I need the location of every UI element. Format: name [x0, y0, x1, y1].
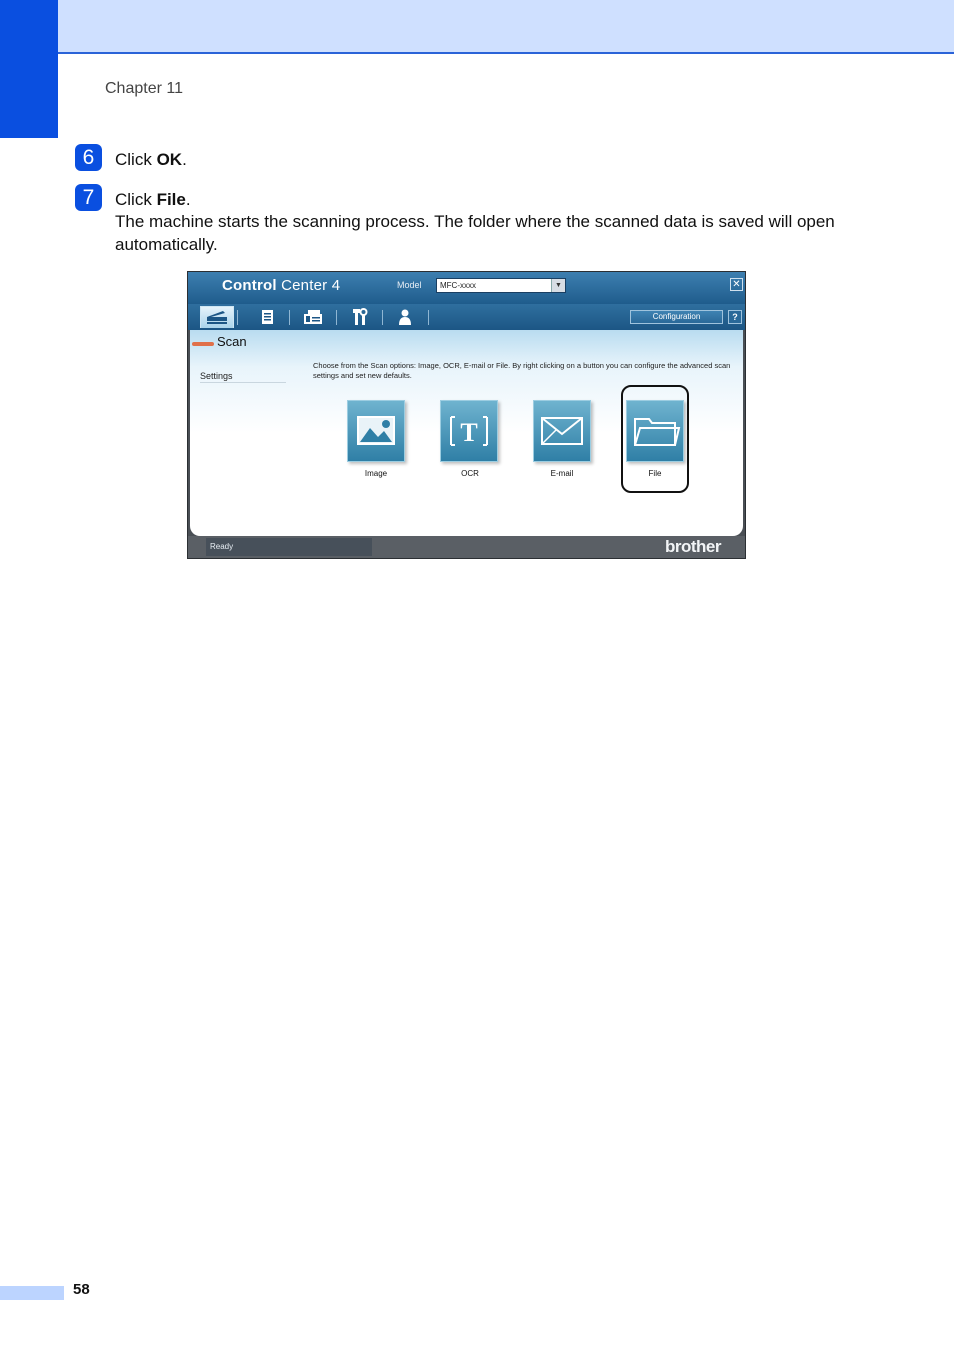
status-text: Ready — [206, 538, 372, 556]
step-7-text: Click File. — [115, 188, 191, 211]
step-bold-term: OK — [156, 150, 183, 169]
footer-band — [0, 1286, 64, 1300]
tab-photo[interactable] — [296, 306, 330, 328]
file-button-highlight — [621, 385, 689, 493]
ocr-button-label: OCR — [461, 469, 479, 478]
scan-description: Choose from the Scan options: Image, OCR… — [313, 361, 731, 380]
step-prefix: Click — [115, 150, 157, 169]
help-button[interactable]: ? — [728, 310, 742, 324]
tab-scan[interactable] — [200, 306, 234, 328]
toolbar: Configuration ? — [188, 304, 745, 330]
model-label: Model — [397, 280, 422, 290]
scanner-icon — [207, 311, 227, 324]
brand-logo: brother — [665, 537, 722, 556]
toolbar-divider — [382, 310, 383, 325]
step-suffix: . — [182, 150, 187, 169]
step-bold-term: File — [156, 190, 186, 209]
chevron-down-icon[interactable]: ▼ — [551, 279, 565, 292]
step-suffix: . — [185, 190, 191, 209]
fax-icon — [304, 310, 322, 324]
ocr-icon: T — [450, 416, 488, 447]
app-logo: Control Center 4 — [222, 277, 340, 294]
user-icon — [399, 309, 411, 325]
ocr-button[interactable]: T — [440, 400, 498, 462]
toolbar-divider — [336, 310, 337, 325]
configuration-button[interactable]: Configuration — [630, 310, 723, 324]
image-icon — [357, 416, 395, 445]
chapter-label: Chapter 11 — [105, 80, 183, 97]
model-select-value: MFC-xxxx — [440, 281, 476, 290]
toolbar-divider — [289, 310, 290, 325]
page-number: 58 — [73, 1281, 90, 1298]
logo-bold-part: Control — [222, 277, 277, 294]
tab-support[interactable] — [388, 306, 422, 328]
status-bar: Ready brother — [188, 536, 745, 558]
document-icon — [262, 310, 273, 324]
email-button-label: E-mail — [550, 469, 574, 478]
toolbar-divider — [237, 310, 238, 325]
tab-pc-fax[interactable] — [251, 306, 285, 328]
step-number-badge: 7 — [75, 184, 102, 211]
step-prefix: Click — [115, 190, 157, 209]
model-select[interactable]: MFC-xxxx ▼ — [436, 278, 566, 293]
scan-panel: Scan Settings Choose from the Scan optio… — [190, 330, 743, 536]
svg-text:T: T — [460, 418, 477, 447]
header-band — [0, 0, 954, 54]
tab-device-settings[interactable] — [343, 306, 377, 328]
toolbar-divider — [428, 310, 429, 325]
chapter-tab-marker — [0, 0, 58, 138]
tools-icon — [353, 308, 368, 325]
email-icon — [541, 417, 583, 445]
step-6-text: Click OK. — [115, 148, 187, 171]
email-button[interactable] — [533, 400, 591, 462]
close-icon[interactable]: ✕ — [730, 278, 743, 291]
step-number-badge: 6 — [75, 144, 102, 171]
title-bar: Control Center 4 Model MFC-xxxx ▼ ✕ — [188, 272, 745, 304]
section-marker — [192, 342, 214, 346]
settings-link[interactable]: Settings — [200, 371, 286, 383]
step-7-description: The machine starts the scanning process.… — [115, 212, 835, 254]
controlcenter-window: Control Center 4 Model MFC-xxxx ▼ ✕ Conf… — [187, 271, 746, 559]
image-button[interactable] — [347, 400, 405, 462]
logo-rest-part: Center 4 — [276, 277, 341, 294]
image-button-label: Image — [364, 469, 388, 478]
section-title: Scan — [217, 334, 247, 349]
